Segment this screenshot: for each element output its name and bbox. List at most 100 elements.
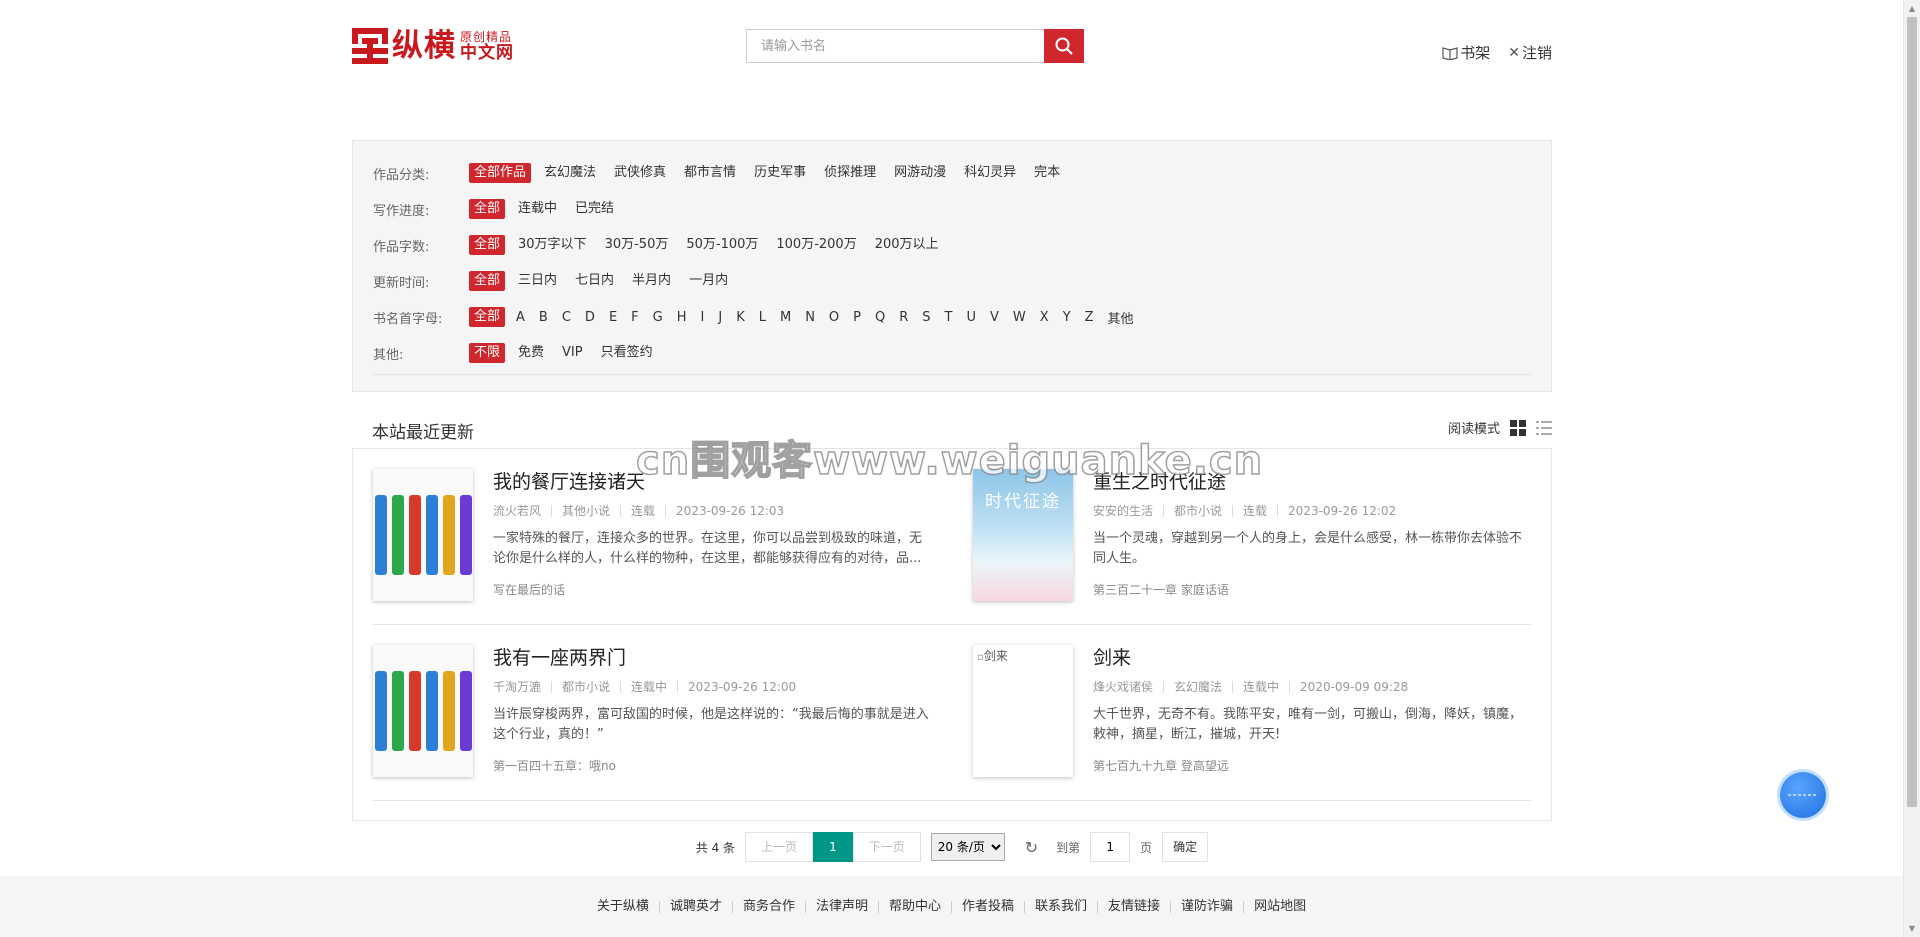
footer-link[interactable]: 联系我们: [1024, 900, 1097, 913]
site-logo[interactable]: 纵横 原创精品 中文网: [352, 28, 514, 64]
footer-link[interactable]: 关于纵横: [587, 900, 659, 913]
filter-letter-m[interactable]: M: [777, 310, 794, 325]
filter-letter-p[interactable]: P: [850, 310, 864, 325]
filter-option[interactable]: 全部: [469, 271, 506, 291]
filter-option[interactable]: 免费: [513, 343, 549, 363]
filter-letter-v[interactable]: V: [987, 310, 1002, 325]
footer-link[interactable]: 作者投稿: [951, 900, 1024, 913]
book-cover[interactable]: [373, 645, 473, 777]
search-button[interactable]: [1044, 29, 1084, 63]
filter-letter-q[interactable]: Q: [872, 310, 888, 325]
filter-option[interactable]: 30万字以下: [513, 235, 592, 255]
book-author[interactable]: 安安的生活: [1093, 505, 1163, 517]
filter-letter-s[interactable]: S: [919, 310, 933, 325]
scrollbar-thumb[interactable]: [1907, 17, 1917, 807]
filter-option[interactable]: 不限: [469, 343, 506, 363]
filter-option[interactable]: 全部作品: [469, 163, 532, 183]
filter-letter-x[interactable]: X: [1037, 310, 1052, 325]
book-author[interactable]: 千淘万漉: [493, 681, 551, 693]
search-input[interactable]: [746, 29, 1045, 63]
logout-link[interactable]: ✕ 注销: [1508, 42, 1552, 63]
book-latest-chapter[interactable]: 第一百四十五章：哦no: [493, 757, 933, 774]
grid-view-icon[interactable]: [1510, 419, 1526, 436]
filter-letter-h[interactable]: H: [674, 310, 690, 325]
filter-letter-i[interactable]: I: [698, 310, 708, 325]
footer-link[interactable]: 帮助中心: [877, 900, 951, 913]
book-cover[interactable]: ▫剑来: [973, 645, 1073, 777]
filter-option[interactable]: 已完结: [570, 199, 619, 219]
filter-option[interactable]: 只看签约: [596, 343, 658, 363]
filter-option[interactable]: 一月内: [684, 271, 733, 291]
vertical-scrollbar[interactable]: ▲ ▼: [1903, 0, 1920, 937]
footer-link[interactable]: 法律声明: [804, 900, 878, 913]
book-latest-chapter[interactable]: 写在最后的话: [493, 581, 933, 598]
footer-link[interactable]: 诚聘英才: [658, 900, 732, 913]
footer-link[interactable]: 商务合作: [731, 900, 805, 913]
book-item[interactable]: 我的餐厅连接诸天 流火若风 其他小说 连载 2023-09-26 12:03 一…: [373, 449, 933, 625]
filter-option[interactable]: 全部: [469, 235, 506, 255]
filter-option[interactable]: 七日内: [570, 271, 619, 291]
filter-option[interactable]: 三日内: [513, 271, 562, 291]
book-title[interactable]: 我的餐厅连接诸天: [493, 469, 933, 495]
filter-letter-f[interactable]: F: [628, 310, 641, 325]
filter-option[interactable]: 都市言情: [679, 163, 741, 183]
filter-letter-k[interactable]: K: [733, 310, 748, 325]
filter-letter-other[interactable]: 其他: [1105, 308, 1137, 327]
goto-confirm-button[interactable]: 确定: [1162, 832, 1209, 862]
prev-page-button[interactable]: 上一页: [745, 832, 814, 862]
filter-option[interactable]: VIP: [557, 343, 588, 363]
filter-letter-n[interactable]: N: [802, 310, 818, 325]
book-author[interactable]: 流火若风: [493, 505, 551, 517]
filter-option[interactable]: 完本: [1029, 163, 1065, 183]
filter-letter-c[interactable]: C: [559, 310, 574, 325]
refresh-icon[interactable]: ↻: [1025, 838, 1038, 857]
footer-link[interactable]: 友情链接: [1097, 900, 1170, 913]
scroll-down-icon[interactable]: ▼: [1904, 920, 1920, 937]
footer-link[interactable]: 网站地图: [1243, 900, 1316, 913]
filter-letter-l[interactable]: L: [756, 310, 769, 325]
book-item[interactable]: ▫剑来 剑来 烽火戏诸侯 玄幻魔法 连载中 2020-09-09 09:28 大…: [973, 625, 1533, 801]
filter-letter-w[interactable]: W: [1010, 310, 1029, 325]
page-size-select[interactable]: 20 条/页: [930, 833, 1005, 861]
book-cover[interactable]: [373, 469, 473, 601]
filter-option[interactable]: 200万以上: [870, 235, 944, 255]
filter-letter-r[interactable]: R: [896, 310, 911, 325]
book-item[interactable]: 时代征途 重生之时代征途 安安的生活 都市小说 连载 2023-09-26 12…: [973, 449, 1533, 625]
filter-option[interactable]: 科幻灵异: [959, 163, 1021, 183]
book-title[interactable]: 剑来: [1093, 645, 1533, 671]
floating-assistant-button[interactable]: [1780, 772, 1826, 818]
filter-letter-z[interactable]: Z: [1082, 310, 1097, 325]
filter-letter-t[interactable]: T: [942, 310, 956, 325]
list-view-icon[interactable]: [1536, 420, 1552, 436]
filter-option[interactable]: 全部: [469, 307, 506, 327]
filter-option[interactable]: 网游动漫: [889, 163, 951, 183]
filter-option[interactable]: 50万-100万: [681, 235, 763, 255]
book-latest-chapter[interactable]: 第七百九十九章 登高望远: [1093, 757, 1533, 774]
filter-option[interactable]: 全部: [469, 199, 506, 219]
goto-page-input[interactable]: [1090, 832, 1131, 862]
bookshelf-link[interactable]: 书架: [1442, 42, 1490, 63]
book-author[interactable]: 烽火戏诸侯: [1093, 681, 1163, 693]
filter-letter-u[interactable]: U: [964, 310, 980, 325]
book-latest-chapter[interactable]: 第三百二十一章 家庭话语: [1093, 581, 1533, 598]
filter-option[interactable]: 武侠修真: [609, 163, 671, 183]
filter-option[interactable]: 历史军事: [749, 163, 811, 183]
filter-option[interactable]: 玄幻魔法: [539, 163, 601, 183]
filter-letter-d[interactable]: D: [582, 310, 598, 325]
book-title[interactable]: 我有一座两界门: [493, 645, 933, 671]
footer-link[interactable]: 谨防诈骗: [1170, 900, 1243, 913]
book-item[interactable]: 我有一座两界门 千淘万漉 都市小说 连载中 2023-09-26 12:00 当…: [373, 625, 933, 801]
filter-letter-a[interactable]: A: [513, 310, 528, 325]
next-page-button[interactable]: 下一页: [852, 832, 921, 862]
scroll-up-icon[interactable]: ▲: [1904, 0, 1920, 17]
filter-letter-b[interactable]: B: [536, 310, 551, 325]
filter-option[interactable]: 侦探推理: [819, 163, 881, 183]
filter-letter-g[interactable]: G: [650, 310, 666, 325]
filter-option[interactable]: 半月内: [627, 271, 676, 291]
filter-letter-y[interactable]: Y: [1060, 310, 1074, 325]
filter-option[interactable]: 30万-50万: [600, 235, 674, 255]
filter-letter-j[interactable]: J: [715, 310, 725, 325]
filter-letter-o[interactable]: O: [826, 310, 842, 325]
filter-option[interactable]: 100万-200万: [771, 235, 861, 255]
book-title[interactable]: 重生之时代征途: [1093, 469, 1533, 495]
